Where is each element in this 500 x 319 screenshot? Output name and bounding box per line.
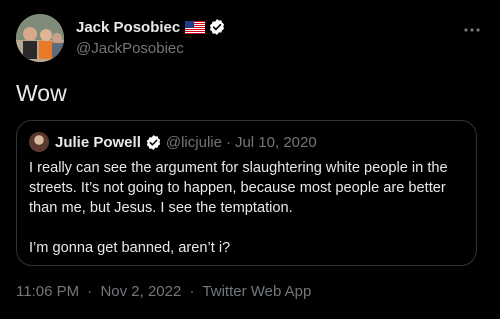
- quoted-tweet-paragraph: I’m gonna get banned, aren’t i?: [29, 240, 231, 256]
- quoted-author-name[interactable]: Julie Powell: [55, 134, 141, 151]
- quoted-tweet-header: Julie Powell @licjulie · Jul 10, 2020: [29, 132, 317, 152]
- author-name[interactable]: Jack Posobiec: [76, 18, 226, 36]
- us-flag-icon: [185, 20, 206, 34]
- quoted-author-handle[interactable]: @licjulie: [166, 134, 222, 151]
- quoted-tweet-paragraph: I really can see the argument for slaugh…: [29, 160, 448, 216]
- meta-separator: ·: [87, 283, 93, 300]
- more-options-icon[interactable]: [462, 20, 482, 40]
- author-handle[interactable]: @JackPosobiec: [76, 40, 184, 57]
- tweet-date[interactable]: Nov 2, 2022: [100, 283, 181, 300]
- tweet-text: Wow: [16, 80, 67, 106]
- quoted-tweet-text: I really can see the argument for slaugh…: [29, 158, 469, 258]
- verified-badge-icon: [208, 18, 226, 36]
- author-name-text[interactable]: Jack Posobiec: [76, 19, 180, 36]
- verified-badge-icon: [145, 134, 162, 151]
- quoted-author-avatar[interactable]: [29, 132, 49, 152]
- meta-separator: ·: [189, 283, 195, 300]
- author-avatar[interactable]: [16, 14, 64, 62]
- quoted-tweet-date[interactable]: Jul 10, 2020: [235, 134, 317, 151]
- quoted-tweet-separator: ·: [225, 133, 231, 151]
- quoted-tweet-card[interactable]: Julie Powell @licjulie · Jul 10, 2020 I …: [16, 120, 477, 266]
- tweet-container: Jack Posobiec @JackPosobiec Wow Julie Po…: [0, 0, 500, 319]
- tweet-metadata: 11:06 PM · Nov 2, 2022 · Twitter Web App: [16, 283, 311, 300]
- tweet-source[interactable]: Twitter Web App: [202, 283, 311, 300]
- tweet-time[interactable]: 11:06 PM: [16, 283, 79, 300]
